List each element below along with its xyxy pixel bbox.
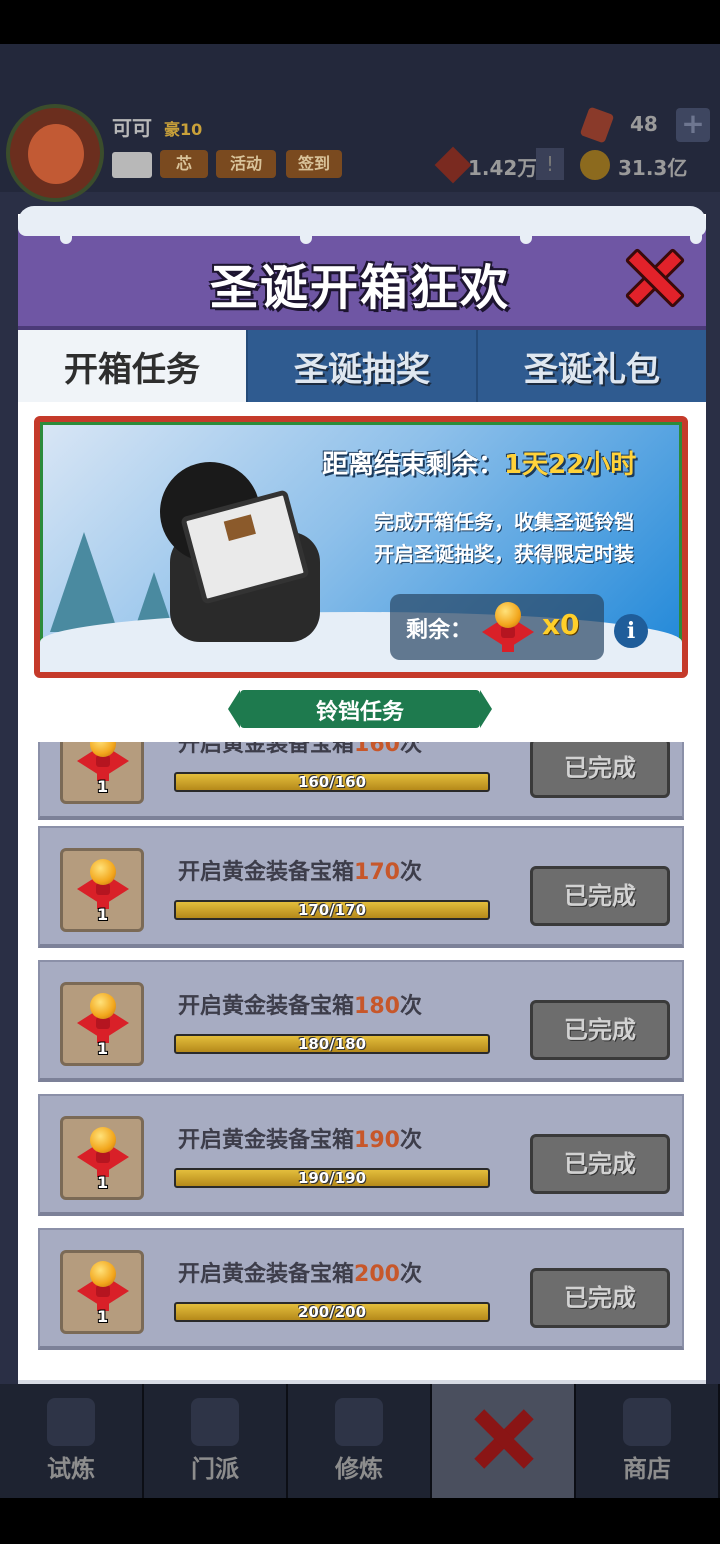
modal-title: 圣诞开箱狂欢	[209, 260, 510, 316]
tab-christmas-gift-pack[interactable]: 圣诞礼包	[476, 330, 706, 402]
reward-slot[interactable]: 1	[60, 982, 144, 1066]
completed-button[interactable]: 已完成	[530, 1000, 670, 1060]
countdown-label: 距离结束剩余：	[322, 450, 505, 480]
reward-quantity: 1	[97, 1307, 109, 1326]
activity-button[interactable]: 活动	[216, 150, 276, 178]
tab-bar: 开箱任务 圣诞抽奖 圣诞礼包	[18, 330, 706, 402]
coin-icon	[580, 150, 610, 180]
snow-drip	[60, 228, 72, 244]
bell-remaining-box: 剩余： x0	[390, 594, 604, 660]
bottom-nav: 试炼 门派 修炼 商店	[0, 1384, 720, 1498]
task-title: 开启黄金装备宝箱170次	[178, 860, 422, 885]
ninja-icon	[47, 1398, 95, 1446]
remaining-count: x0	[542, 608, 580, 641]
event-description-line2: 开启圣诞抽奖，获得限定时装	[374, 542, 634, 566]
reward-slot[interactable]: 1	[60, 848, 144, 932]
task-title: 开启黄金装备宝箱200次	[178, 1262, 422, 1287]
task-progress-text: 200/200	[297, 1303, 367, 1321]
nav-item-cultivate[interactable]: 修炼	[288, 1384, 432, 1498]
task-title: 开启黄金装备宝箱190次	[178, 1128, 422, 1153]
countdown-value: 1天22小时	[504, 450, 637, 480]
tab-christmas-lottery[interactable]: 圣诞抽奖	[246, 330, 476, 402]
add-gems-button[interactable]: +	[676, 108, 710, 142]
task-list[interactable]: 1 开启黄金装备宝箱160次 160/160 已完成 1 开启黄金装备宝箱170…	[38, 742, 684, 1356]
snow-drip	[520, 228, 532, 244]
nav-item-sect[interactable]: 门派	[144, 1384, 288, 1498]
task-progress-bar: 160/160	[174, 772, 490, 792]
completed-button[interactable]: 已完成	[530, 866, 670, 926]
task-progress-bar: 180/180	[174, 1034, 490, 1054]
shop-icon	[623, 1398, 671, 1446]
section-ribbon: 铃铛任务	[228, 690, 492, 728]
reward-quantity: 1	[97, 1039, 109, 1058]
status-bar	[0, 0, 720, 44]
task-title: 开启黄金装备宝箱180次	[178, 994, 422, 1019]
event-banner: 距离结束剩余：1天22小时 完成开箱任务，收集圣诞铃铛 开启圣诞抽奖，获得限定时…	[34, 416, 688, 678]
reward-quantity: 1	[97, 777, 109, 796]
nav-item-close[interactable]	[432, 1384, 576, 1498]
task-progress-bar: 200/200	[174, 1302, 490, 1322]
task-progress-text: 170/170	[297, 901, 367, 919]
task-row: 1 开启黄金装备宝箱170次 170/170 已完成	[38, 826, 684, 948]
christmas-bell-icon	[482, 600, 534, 656]
info-button[interactable]: i	[614, 614, 648, 648]
snow-drip	[300, 228, 312, 244]
remaining-label: 剩余：	[406, 618, 473, 643]
reward-quantity: 1	[97, 1173, 109, 1192]
nav-label-trial: 试炼	[47, 1455, 95, 1483]
nav-item-shop[interactable]: 商店	[576, 1384, 720, 1498]
task-title: 开启黄金装备宝箱160次	[178, 742, 422, 757]
coin-count: 31.3亿	[618, 156, 688, 180]
task-row: 1 开启黄金装备宝箱160次 160/160 已完成	[38, 742, 684, 820]
snow-drip	[690, 228, 702, 244]
vip-badge: 豪10	[164, 120, 203, 139]
task-progress-bar: 170/170	[174, 900, 490, 920]
gem-count: 48	[630, 112, 658, 136]
reward-quantity: 1	[97, 905, 109, 924]
reward-slot[interactable]: 1	[60, 1250, 144, 1334]
player-name: 可可	[112, 116, 152, 140]
completed-button[interactable]: 已完成	[530, 1268, 670, 1328]
task-row: 1 开启黄金装备宝箱200次 200/200 已完成	[38, 1228, 684, 1350]
mail-icon[interactable]	[112, 152, 152, 178]
hud-button-1[interactable]: 芯	[160, 150, 208, 178]
nav-label-cultivate: 修炼	[335, 1455, 383, 1483]
task-row: 1 开启黄金装备宝箱190次 190/190 已完成	[38, 1094, 684, 1216]
alert-icon[interactable]: !	[536, 148, 564, 180]
modal-bottom-edge	[18, 1380, 706, 1384]
nav-item-trial[interactable]: 试炼	[0, 1384, 144, 1498]
signin-button[interactable]: 签到	[286, 150, 342, 178]
navigation-bar	[0, 1498, 720, 1544]
reward-slot[interactable]: 1	[60, 742, 144, 804]
scroll-icon	[335, 1398, 383, 1446]
task-row: 1 开启黄金装备宝箱180次 180/180 已完成	[38, 960, 684, 1082]
completed-button[interactable]: 已完成	[530, 1134, 670, 1194]
tab-open-box-tasks[interactable]: 开箱任务	[18, 330, 246, 402]
close-x-icon	[473, 1408, 533, 1468]
task-progress-bar: 190/190	[174, 1168, 490, 1188]
event-description-line1: 完成开箱任务，收集圣诞铃铛	[374, 510, 634, 534]
task-progress-text: 190/190	[297, 1169, 367, 1187]
countdown: 距离结束剩余：1天22小时	[322, 444, 636, 481]
task-progress-text: 160/160	[297, 773, 367, 791]
money-count: 1.42万	[468, 156, 538, 180]
completed-button[interactable]: 已完成	[530, 742, 670, 798]
temple-icon	[191, 1398, 239, 1446]
nav-label-shop: 商店	[623, 1455, 671, 1483]
section-title: 铃铛任务	[315, 700, 404, 725]
task-progress-text: 180/180	[297, 1035, 367, 1053]
snow-decoration	[18, 206, 706, 236]
player-avatar[interactable]	[6, 104, 104, 202]
reward-slot[interactable]: 1	[60, 1116, 144, 1200]
close-button[interactable]	[624, 247, 686, 309]
nav-label-sect: 门派	[191, 1455, 239, 1483]
